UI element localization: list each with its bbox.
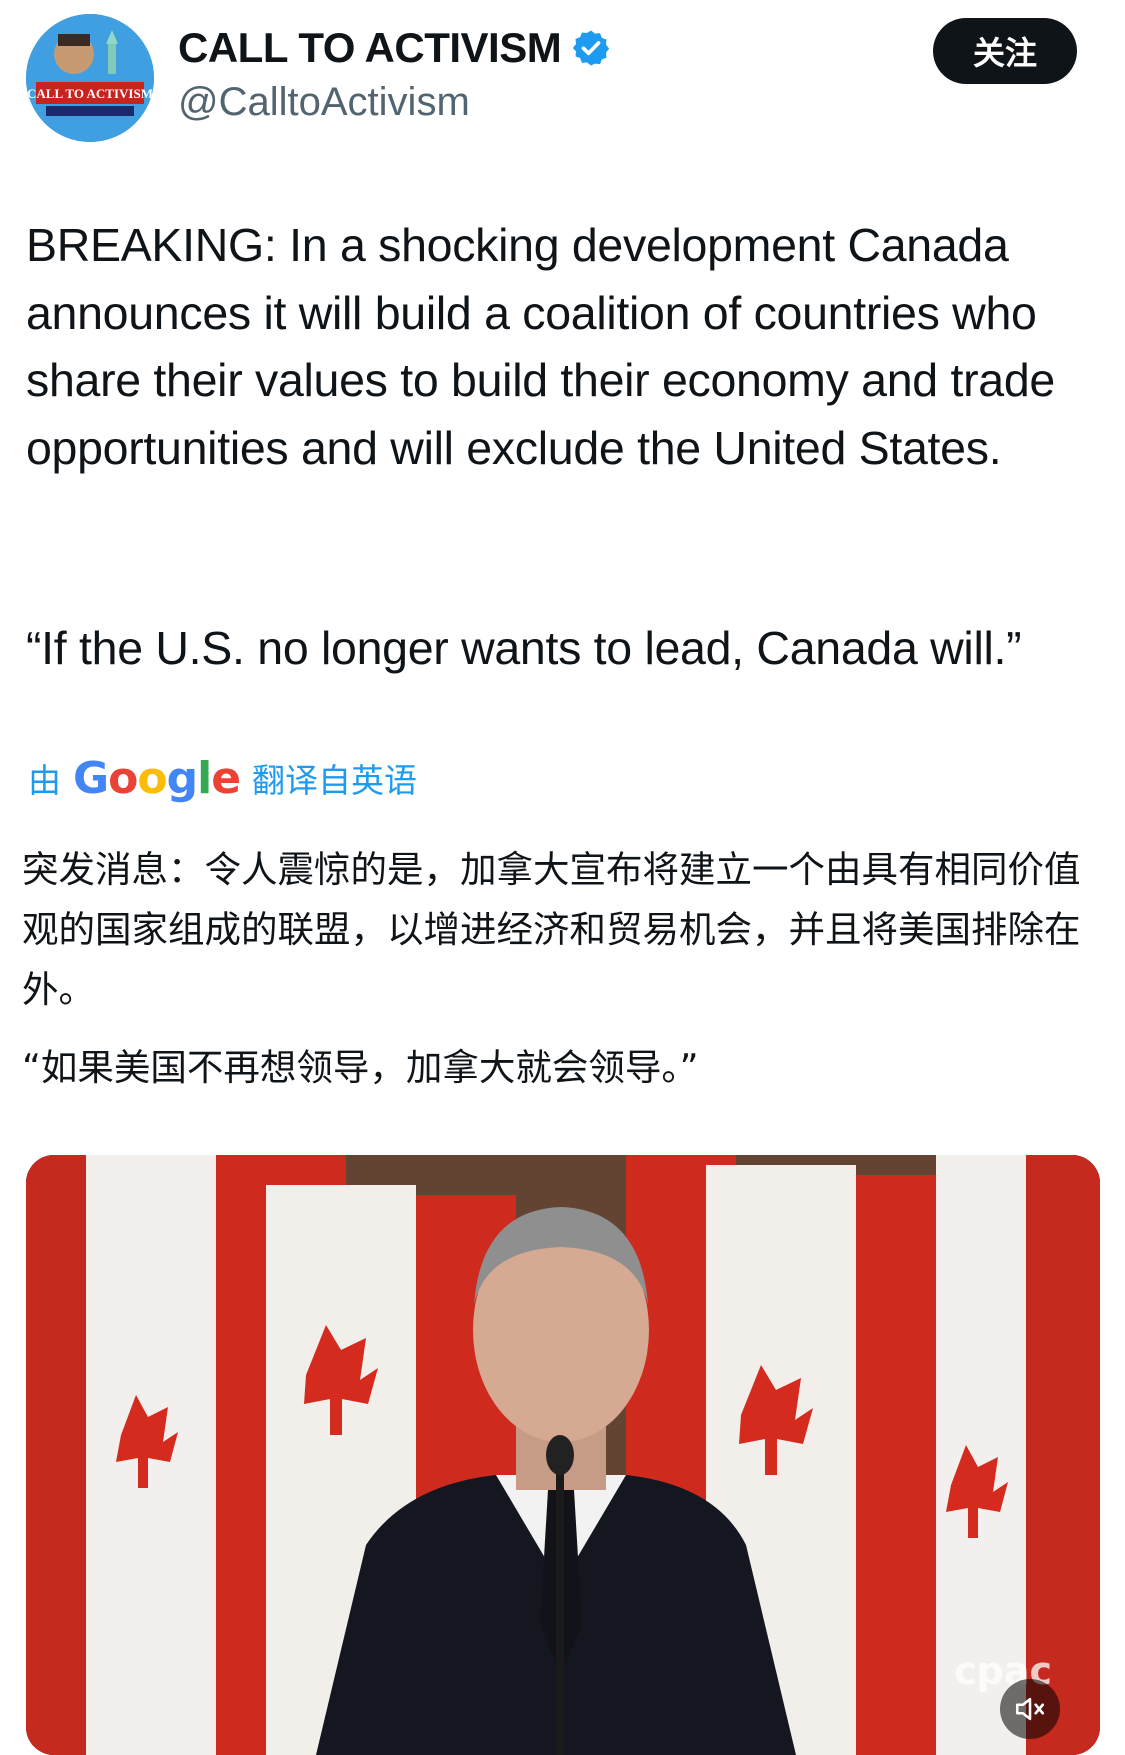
translated-quote: “如果美国不再想领导，加拿大就会领导。” [22,1046,699,1089]
translation-prefix: 由 [28,761,61,800]
author-display-name[interactable]: CALL TO ACTIVISM [178,24,562,72]
translated-text: 突发消息：令人震惊的是，加拿大宣布将建立一个由具有相同价值观的国家组成的联盟，以… [22,848,1081,1011]
translated-by-google-link[interactable]: 由 Google 翻译自英语 [28,748,417,808]
video-frame [26,1155,1100,1755]
author-handle[interactable]: @CalltoActivism [178,80,470,125]
speaker-muted-icon [1015,1697,1045,1721]
author-avatar[interactable]: CALL TO ACTIVISM [26,14,154,142]
mute-button[interactable] [1000,1679,1060,1739]
avatar-text: CALL TO ACTIVISM [27,86,153,101]
tweet-quote: “If the U.S. no longer wants to lead, Ca… [26,622,1022,674]
translation-suffix: 翻译自英语 [252,761,418,800]
avatar-image: CALL TO ACTIVISM [26,14,154,142]
google-logo: Google [73,752,241,804]
follow-button[interactable]: 关注 [933,18,1077,84]
tweet-video[interactable]: cpac [26,1155,1100,1755]
author-name[interactable]: CALL TO ACTIVISM [178,24,611,72]
flag-left [26,1155,216,1755]
verified-badge-icon [573,30,610,66]
tweet-text: BREAKING: In a shocking development Cana… [26,219,1055,474]
